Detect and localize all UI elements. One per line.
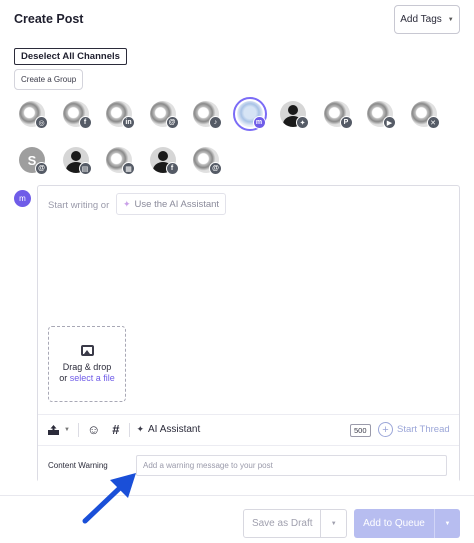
emoji-icon[interactable]: ☺ [87, 422, 100, 437]
chevron-down-icon[interactable]: ▼ [434, 509, 460, 538]
channel-avatar[interactable]: S @ [19, 147, 51, 179]
editor-placeholder: Start writing or [48, 200, 110, 211]
google-business-icon: ▤ [78, 162, 92, 175]
use-ai-assistant-button[interactable]: ✦ Use the AI Assistant [116, 193, 227, 215]
channel-avatar[interactable]: ▤ [62, 147, 95, 179]
upload-icon [48, 424, 59, 435]
channel-avatar[interactable]: @ [149, 101, 182, 133]
content-warning-input[interactable]: Add a warning message to your post [136, 455, 447, 476]
composer-toolbar: ▼ ☺ # ✦ AI Assistant 500 + Start Thread [38, 414, 459, 444]
character-counter: 500 [350, 424, 371, 437]
facebook-icon: f [165, 162, 179, 175]
chevron-down-icon: ▼ [447, 16, 454, 23]
magic-wand-icon: ✦ [136, 424, 145, 434]
tiktok-icon: ♪ [209, 116, 222, 129]
threads-icon: @ [35, 162, 48, 175]
channel-avatar[interactable]: @ [193, 147, 225, 179]
hashtag-icon[interactable]: # [112, 422, 119, 437]
add-to-queue-button[interactable]: Add to Queue ▼ [354, 509, 460, 538]
annotation-arrow-icon [82, 473, 136, 524]
pinterest-icon: P [339, 116, 353, 129]
create-group-button[interactable]: Create a Group [14, 69, 84, 90]
add-tags-label: Add Tags [400, 14, 442, 25]
channel-avatar[interactable]: ▦ [106, 147, 138, 179]
save-as-draft-button[interactable]: Save as Draft ▼ [243, 509, 347, 538]
bluesky-icon: ✦ [296, 116, 309, 129]
footer-divider [0, 495, 474, 496]
linkedin-icon: in [122, 116, 135, 129]
chevron-down-icon[interactable]: ▼ [320, 510, 346, 537]
deselect-all-channels-button[interactable]: Deselect All Channels [14, 48, 127, 65]
channel-avatar[interactable]: ♪ [193, 101, 225, 133]
channel-avatar[interactable]: ▶ [367, 101, 399, 133]
channel-avatar[interactable]: f [62, 101, 95, 133]
ai-button-label: Use the AI Assistant [134, 198, 220, 210]
dropzone-text: Drag & drop [62, 361, 112, 372]
dropzone-select-line: or select a file [59, 373, 115, 384]
channel-avatar[interactable]: in [106, 101, 138, 133]
instagram-icon: ◎ [35, 116, 48, 129]
mastodon-icon: m [252, 116, 266, 129]
channel-avatar[interactable]: ◎ [19, 101, 51, 133]
content-warning-label: Content Warning [48, 461, 108, 470]
select-file-link[interactable]: select a file [70, 373, 115, 383]
threads-icon: @ [209, 162, 222, 175]
post-editor[interactable]: Start writing or ✦ Use the AI Assistant … [37, 185, 460, 482]
channel-avatar[interactable]: ✦ [280, 101, 312, 133]
channel-avatar[interactable]: f [149, 147, 182, 179]
start-thread-label: Start Thread [397, 424, 450, 435]
channel-avatar[interactable]: ✕ [410, 101, 443, 133]
facebook-icon: f [78, 116, 92, 129]
add-to-queue-label: Add to Queue [363, 518, 425, 529]
toolbar-divider [77, 422, 79, 437]
magic-wand-icon: ✦ [123, 198, 131, 209]
media-dropzone[interactable]: Drag & drop or select a file [48, 326, 126, 402]
shop-icon: ▦ [122, 162, 135, 175]
dropzone-or: or [59, 372, 70, 383]
ai-assistant-label: AI Assistant [148, 424, 201, 435]
youtube-icon: ▶ [383, 116, 396, 129]
chevron-down-icon: ▼ [64, 426, 70, 433]
save-draft-label: Save as Draft [251, 518, 313, 529]
start-thread-button[interactable]: + Start Thread [378, 422, 450, 437]
ai-assistant-button[interactable]: ✦ AI Assistant [136, 424, 200, 435]
channel-avatar[interactable]: m [232, 97, 269, 133]
threads-icon: @ [165, 116, 179, 129]
media-upload-dropdown[interactable]: ▼ [48, 424, 70, 435]
plus-icon: + [378, 422, 393, 437]
image-icon [80, 344, 94, 356]
add-tags-button[interactable]: Add Tags ▼ [394, 5, 460, 34]
toolbar-divider [129, 422, 131, 437]
x-icon: ✕ [426, 116, 440, 129]
page-title: Create Post [14, 12, 84, 26]
mastodon-icon: m [14, 190, 31, 207]
channel-avatar[interactable]: P [323, 101, 356, 133]
